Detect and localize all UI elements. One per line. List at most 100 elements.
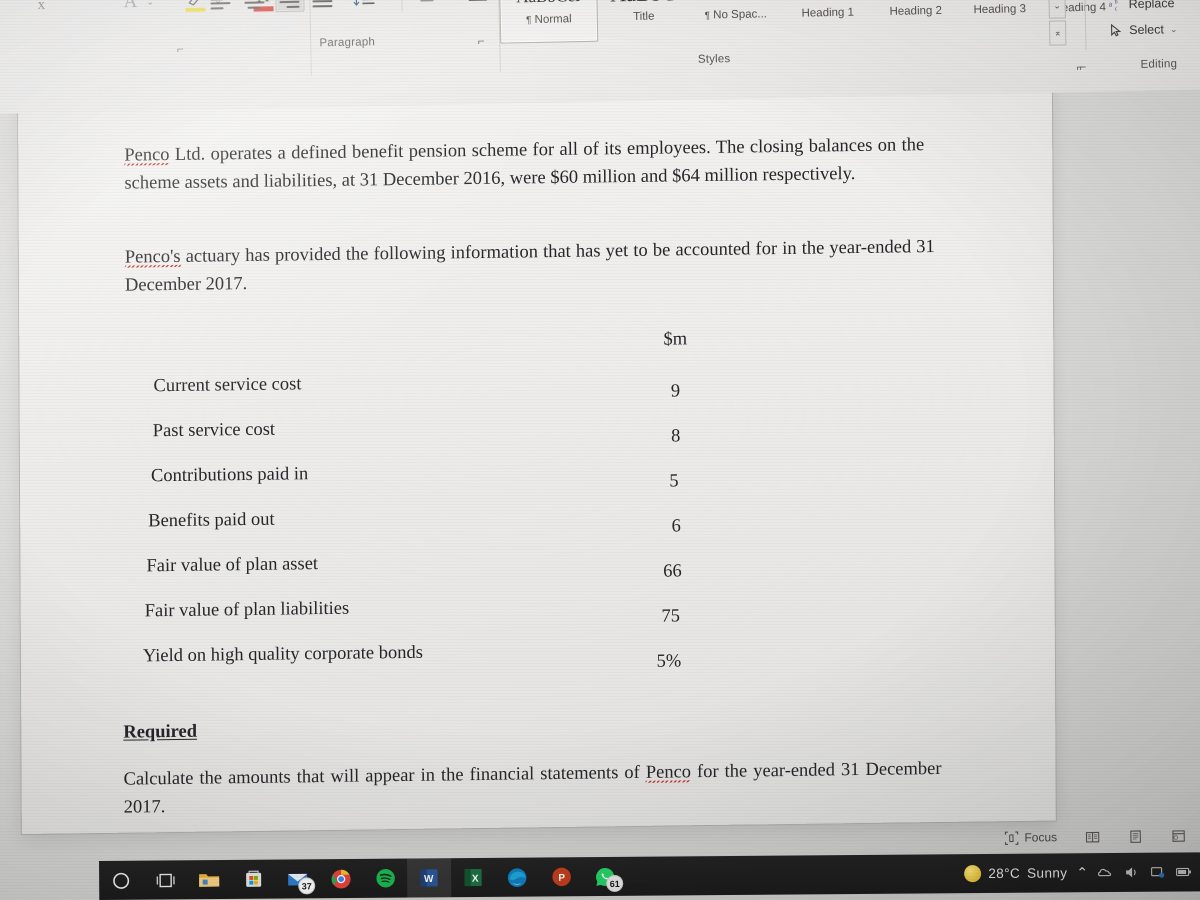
paragraph-actuary: Penco's actuary has provided the followi…	[124, 234, 935, 300]
table-cell-label: Fair value of plan liabilities	[144, 598, 350, 622]
ribbon-group-styles: AaBbCcI ¶ Normal AaBbC Title AaBbCcI ¶ N…	[491, 0, 1106, 92]
text-effects-chevron-down-icon[interactable]: ⌄	[146, 0, 154, 8]
document-page[interactable]: QUESTION 3 Penco Ltd. operates a defined…	[18, 82, 1056, 835]
paragraph-actuary-text: actuary has provided the following infor…	[124, 237, 935, 296]
ribbon-group-font: x2 A ⌄ ⌄ A ⌄ ont ⌐	[0, 0, 290, 102]
style-label-no-spacing: ¶ No Spac...	[704, 8, 768, 22]
table-cell-label: Contributions paid in	[150, 464, 309, 487]
pension-data-table: $m Current service cost 9 Past service c…	[125, 326, 955, 671]
cursor-arrow-icon	[1110, 23, 1122, 37]
table-cell-value: 66	[663, 561, 682, 582]
mail-button[interactable]: 37	[275, 859, 319, 898]
system-tray: 28°C Sunny ⌃	[964, 863, 1200, 883]
justify-button[interactable]	[309, 0, 336, 11]
table-row: Past service cost 8	[126, 411, 956, 447]
styles-more-icon[interactable]: ⌅	[1048, 20, 1067, 46]
style-item-title[interactable]: AaBbC Title	[595, 0, 692, 40]
read-mode-button[interactable]	[1071, 825, 1114, 848]
speaker-tray-icon[interactable]	[1123, 864, 1140, 881]
print-layout-button[interactable]	[1114, 825, 1157, 848]
whatsapp-badge-count: 61	[606, 874, 624, 893]
styles-gallery-scrollbar[interactable]: ⌃ ⌄ ⌅	[1048, 0, 1067, 46]
windows-taskbar: 37 W X P 61 28°C Sunny ⌃	[99, 852, 1200, 900]
align-left-button[interactable]	[207, 0, 234, 13]
file-explorer-button[interactable]	[187, 860, 231, 899]
focus-label: Focus	[1024, 830, 1058, 845]
replace-label: Replace	[1128, 0, 1175, 12]
microsoft-edge-button[interactable]	[495, 858, 539, 897]
style-item-heading-1[interactable]: AaBbC Heading 1	[779, 0, 876, 36]
paragraph-intro-text: Ltd. operates a defined benefit pension …	[124, 135, 925, 194]
svg-text:b: b	[1115, 0, 1118, 5]
line-spacing-icon	[353, 0, 375, 6]
select-chevron-down-icon[interactable]: ⌄	[1170, 24, 1178, 35]
replace-button[interactable]: a b c Replace	[1108, 0, 1175, 12]
tray-expand-chevron-up-icon[interactable]: ⌃	[1076, 864, 1088, 881]
focus-mode-button[interactable]: Focus	[990, 826, 1071, 849]
table-row: Contributions paid in 5	[126, 456, 956, 491]
paragraph-dialog-launcher[interactable]: ⌐	[474, 34, 488, 48]
superscript-icon[interactable]: x2	[28, 0, 54, 17]
task-view-icon	[156, 873, 175, 887]
shading-chevron-down-icon[interactable]: ⌄	[447, 0, 455, 2]
style-item-heading-2[interactable]: AaBbCc Heading 2	[867, 0, 964, 34]
onedrive-tray-icon[interactable]	[1097, 864, 1114, 881]
table-cell-label: Current service cost	[153, 374, 302, 397]
table-cell-label: Fair value of plan asset	[146, 554, 319, 577]
editing-dialog-launcher[interactable]: ⌐	[1076, 60, 1090, 74]
style-item-normal[interactable]: AaBbCcI ¶ Normal	[499, 0, 599, 44]
borders-button[interactable]	[463, 0, 491, 5]
web-layout-icon	[1172, 829, 1185, 842]
table-cell-value: 5	[669, 471, 679, 492]
table-row: Fair value of plan liabilities 75	[127, 591, 957, 627]
styles-scroll-down-icon[interactable]: ⌄	[1048, 0, 1066, 19]
battery-tray-icon[interactable]	[1175, 863, 1192, 880]
table-cell-label: Past service cost	[152, 419, 276, 442]
ribbon-group-paragraph: ⌄ ⌄ ⌄ Paragraph ⌐	[201, 0, 493, 98]
google-chrome-button[interactable]	[319, 859, 363, 898]
circle-icon	[113, 872, 130, 889]
ribbon-group-paragraph-label: Paragraph	[319, 36, 376, 50]
excel-icon: X	[464, 869, 482, 887]
microsoft-powerpoint-button[interactable]: P	[539, 857, 583, 896]
mail-badge-count: 37	[298, 877, 316, 895]
select-label: Select	[1129, 22, 1165, 38]
weather-widget[interactable]: 28°C Sunny	[964, 864, 1067, 883]
shading-button[interactable]	[413, 0, 441, 6]
print-layout-icon	[1130, 829, 1141, 843]
misspelled-word-penco: Penco	[124, 145, 170, 166]
font-dialog-launcher[interactable]: ⌐	[173, 42, 187, 56]
align-center-button[interactable]	[241, 0, 268, 12]
screen-photo: x2 A ⌄ ⌄ A ⌄ ont ⌐	[0, 0, 1200, 900]
web-layout-button[interactable]	[1157, 824, 1200, 847]
select-button[interactable]: Select ⌄	[1109, 22, 1178, 37]
paragraph-required: Calculate the amounts that will appear i…	[124, 756, 942, 822]
microsoft-excel-button[interactable]: X	[451, 858, 495, 897]
align-center-icon	[243, 0, 266, 9]
cortana-search-button[interactable]	[99, 861, 143, 900]
svg-text:c: c	[1115, 6, 1118, 11]
shading-paint-bucket-icon	[420, 0, 434, 1]
table-row: Benefits paid out 6	[126, 501, 956, 537]
table-cell-value: 9	[670, 381, 681, 402]
network-tray-icon[interactable]	[1149, 864, 1166, 881]
align-right-button[interactable]	[275, 0, 305, 13]
whatsapp-button[interactable]: 61	[583, 857, 627, 896]
style-item-no-spacing[interactable]: AaBbCcI ¶ No Spac...	[687, 0, 784, 38]
microsoft-store-button[interactable]	[231, 860, 275, 899]
task-view-button[interactable]	[143, 860, 187, 899]
style-label-normal: ¶ Normal	[525, 13, 572, 27]
line-spacing-chevron-down-icon[interactable]: ⌄	[383, 0, 391, 3]
line-spacing-button[interactable]	[349, 0, 379, 10]
table-row: Fair value of plan asset 66	[126, 546, 956, 581]
spotify-button[interactable]	[363, 859, 407, 898]
ribbon-group-editing: Find ⌄ a b c Replace Select ⌄ Editing ⌐	[1079, 0, 1200, 80]
table-cell-value: 75	[661, 606, 681, 627]
table-column-header-unit: $m	[663, 329, 688, 350]
style-preview: AaBbCcI	[500, 0, 597, 15]
sun-icon	[964, 865, 982, 883]
svg-text:X: X	[472, 874, 479, 885]
style-label-heading-3: Heading 3	[973, 3, 1027, 17]
text-effects-icon[interactable]: A	[118, 0, 143, 15]
microsoft-word-button[interactable]: W	[406, 858, 452, 898]
